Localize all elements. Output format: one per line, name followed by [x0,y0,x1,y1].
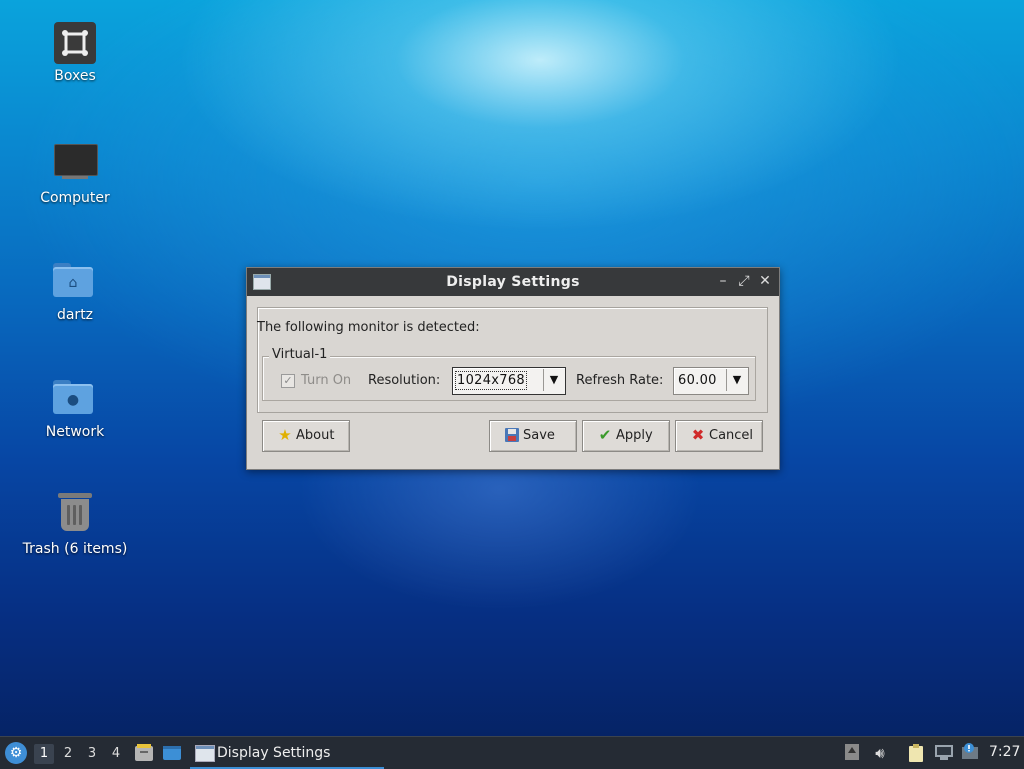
desktop-icon-trash[interactable]: Trash (6 items) [15,489,135,557]
save-button-label: Save [523,428,555,443]
minimize-button[interactable]: – [715,273,731,289]
turn-on-label: Turn On [301,373,352,388]
desktop-icon-label: Computer [40,190,110,206]
file-manager-launcher-icon[interactable] [134,743,154,763]
start-menu-icon[interactable]: ⚙ [5,742,27,764]
refresh-rate-select[interactable]: 60.00 ▼ [673,367,749,395]
cancel-button-label: Cancel [709,428,754,443]
close-button[interactable]: ✕ [757,273,773,289]
chevron-down-icon: ▼ [726,369,747,391]
detected-text: The following monitor is detected: [257,320,480,335]
workspace-3[interactable]: 3 [82,744,102,764]
cancel-button[interactable]: ✖ Cancel [675,420,763,452]
desktop-icon-dartz[interactable]: ⌂ dartz [15,255,135,323]
desktop-icon-label: Boxes [54,68,96,84]
notification-icon[interactable] [960,743,980,763]
turn-on-checkbox[interactable]: ✓ [281,374,295,388]
desktop-icon-label: Trash (6 items) [22,541,128,557]
network-icon[interactable] [934,743,954,763]
clipboard-icon[interactable] [906,743,926,763]
checkmark-icon: ✔ [598,426,612,444]
cancel-x-icon: ✖ [691,426,705,444]
star-icon: ★ [278,426,292,444]
desktop-icon-boxes[interactable]: Boxes [15,22,135,84]
save-button[interactable]: Save [489,420,577,452]
trash-icon [51,489,99,537]
resolution-select[interactable]: 1024x768 ▼ [452,367,566,395]
task-label: Display Settings [217,745,331,761]
dialog-title: Display Settings [446,274,580,290]
display-settings-dialog: Display Settings – ⤢ ✕ The following mon… [246,267,780,470]
network-folder-icon: ● [51,372,99,420]
monitor-name: Virtual-1 [269,347,331,362]
dialog-titlebar[interactable]: Display Settings – ⤢ ✕ [247,268,779,296]
taskbar-task-display-settings[interactable]: Display Settings [190,739,384,769]
desktop-icon-label: dartz [56,307,94,323]
computer-icon [54,138,98,186]
workspace-4[interactable]: 4 [106,744,126,764]
boxes-icon [54,22,96,64]
chevron-down-icon: ▼ [543,369,564,391]
about-button-label: About [296,428,335,443]
desktop-icon-network[interactable]: ● Network [15,372,135,440]
save-icon [504,427,520,443]
about-button[interactable]: ★ About [262,420,350,452]
refresh-rate-label: Refresh Rate: [576,373,664,388]
desktop-icon-computer[interactable]: Computer [15,138,135,206]
resolution-label: Resolution: [368,373,441,388]
refresh-rate-value: 60.00 [678,373,717,388]
desktop-icon-label: Network [45,424,105,440]
tray-update-icon[interactable] [842,743,862,763]
workspace-1[interactable]: 1 [34,744,54,764]
home-folder-icon: ⌂ [51,255,99,303]
apply-button[interactable]: ✔ Apply [582,420,670,452]
resolution-value: 1024x768 [455,371,527,390]
volume-icon[interactable]: 🔊︎ [870,743,890,763]
show-desktop-icon[interactable] [162,743,182,763]
workspace-2[interactable]: 2 [58,744,78,764]
window-icon [195,745,215,762]
taskbar: ⚙ 1 2 3 4 Display Settings 🔊︎ 7:27 [0,736,1024,769]
apply-button-label: Apply [616,428,653,443]
maximize-button[interactable]: ⤢ [736,273,752,289]
clock[interactable]: 7:27 [989,744,1020,760]
